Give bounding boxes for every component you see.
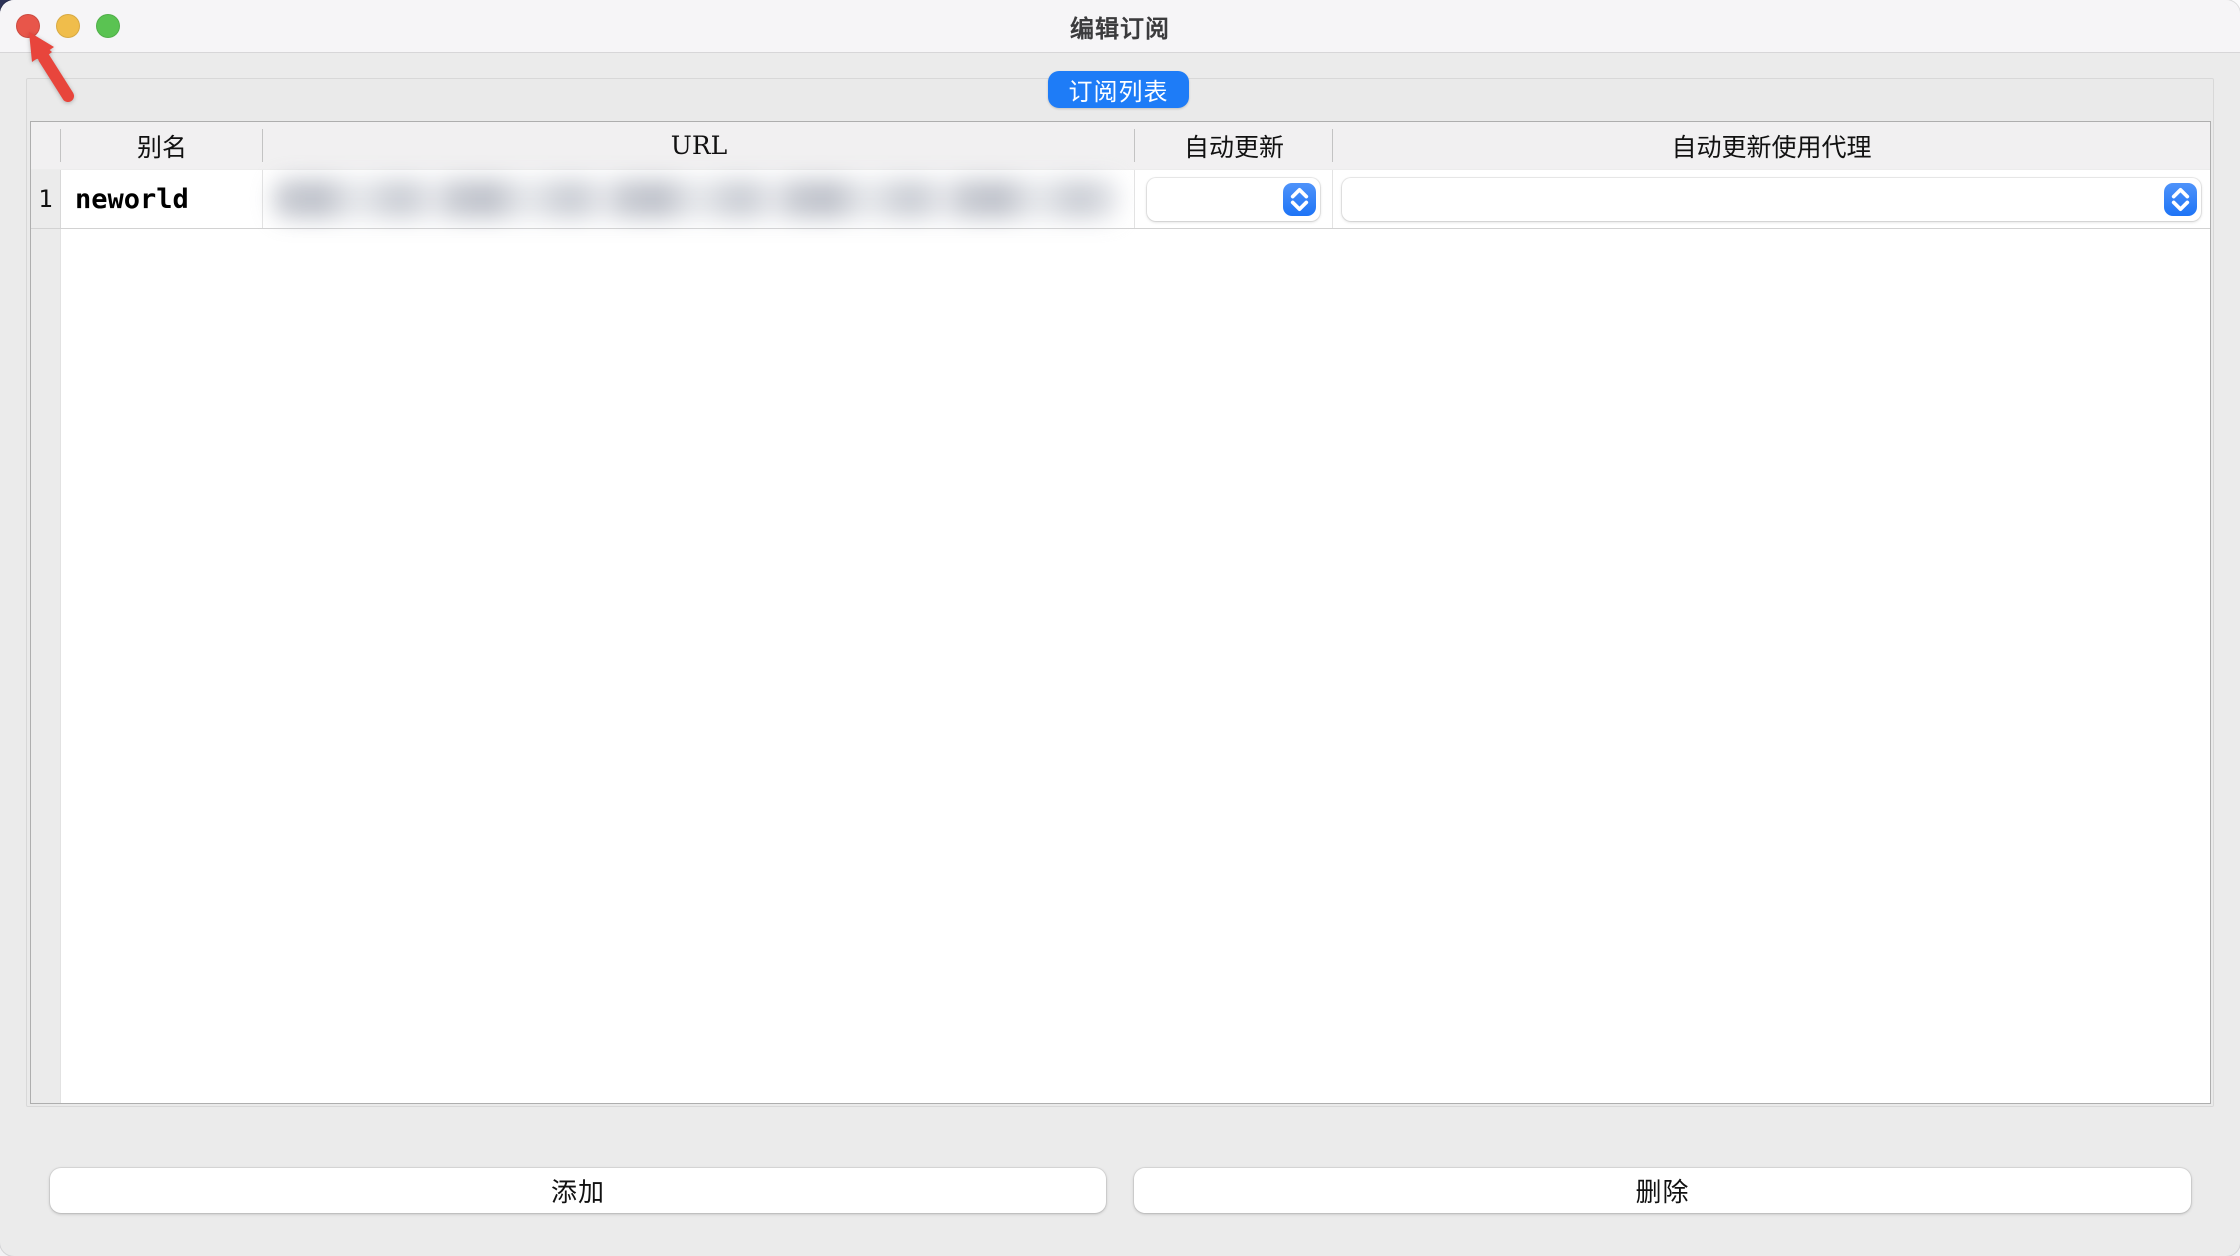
close-button[interactable]	[16, 14, 40, 38]
traffic-lights	[16, 14, 120, 38]
app-window: 编辑订阅 订阅列表 别名 URL 自动更新 自动更新使用代理 1 neworld	[0, 0, 2240, 1256]
auto-update-cell	[1135, 170, 1333, 228]
alias-cell[interactable]: neworld	[61, 170, 263, 228]
table-header: 别名 URL 自动更新 自动更新使用代理	[31, 122, 2210, 169]
tab-subscription-list[interactable]: 订阅列表	[1048, 71, 1189, 108]
subscription-table: 别名 URL 自动更新 自动更新使用代理 1 neworld	[30, 121, 2211, 1104]
auto-update-proxy-select[interactable]	[1342, 178, 2201, 221]
url-cell[interactable]	[263, 170, 1135, 228]
row-number-gutter	[31, 122, 61, 1103]
auto-update-select[interactable]	[1147, 178, 1320, 221]
titlebar: 编辑订阅	[0, 0, 2240, 53]
delete-button[interactable]: 删除	[1134, 1168, 2191, 1213]
header-auto-update-proxy[interactable]: 自动更新使用代理	[1333, 122, 2210, 169]
chevron-up-down-icon	[2164, 183, 2197, 216]
redacted-url-blur	[273, 179, 1120, 219]
header-alias[interactable]: 别名	[61, 122, 263, 169]
row-number[interactable]: 1	[31, 170, 61, 228]
header-auto-update[interactable]: 自动更新	[1135, 122, 1333, 169]
add-button[interactable]: 添加	[50, 1168, 1106, 1213]
header-url[interactable]: URL	[263, 122, 1135, 169]
table-row: 1 neworld	[31, 169, 2210, 229]
zoom-button[interactable]	[96, 14, 120, 38]
auto-update-proxy-cell	[1333, 170, 2210, 228]
header-corner	[31, 122, 61, 169]
window-title: 编辑订阅	[1070, 9, 1170, 44]
minimize-button[interactable]	[56, 14, 80, 38]
chevron-up-down-icon	[1283, 183, 1316, 216]
